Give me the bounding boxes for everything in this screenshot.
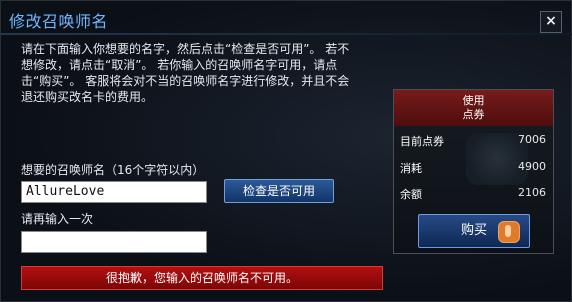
- cost-value: 4900: [518, 160, 546, 173]
- summoner-name-input[interactable]: AllureLove: [21, 181, 207, 203]
- instructions-line-2: 想修改，请点击“取消”。 若你输入的召唤师名字可用，请点: [21, 58, 338, 72]
- title-divider: [1, 33, 572, 35]
- hand-pointer-icon: [498, 221, 520, 243]
- reenter-name-input[interactable]: [21, 231, 207, 253]
- current-points-value: 7006: [518, 133, 546, 146]
- panel-header: 使用 点券: [394, 90, 553, 126]
- balance-row: 余额 2106: [400, 186, 546, 202]
- balance-value: 2106: [518, 186, 546, 199]
- instructions-line-3: 击“购买”。 客服将会对不当的召唤师名字进行修改，并且不会: [21, 74, 350, 88]
- payment-panel: 使用 点券 目前点券 7006 消耗 4900 余额 2106 购买: [393, 89, 554, 254]
- current-points-row: 目前点券 7006: [400, 133, 546, 149]
- reenter-label: 请再输入一次: [21, 212, 94, 226]
- buy-button[interactable]: 购买: [418, 214, 530, 248]
- instructions-text: 请在下面输入你想要的名字，然后点击“检查是否可用”。 若不 想修改，请点击“取消…: [21, 41, 369, 105]
- rename-summoner-dialog: 修改召唤师名 × 请在下面输入你想要的名字，然后点击“检查是否可用”。 若不 想…: [0, 0, 572, 302]
- panel-header-line-2: 点券: [462, 108, 485, 121]
- buy-button-label: 购买: [460, 223, 487, 238]
- cost-label: 消耗: [400, 162, 422, 175]
- current-points-label: 目前点券: [400, 135, 444, 148]
- cost-row: 消耗 4900: [400, 160, 546, 176]
- name-label: 想要的召唤师名（16个字符以内）: [21, 163, 205, 177]
- dialog-title: 修改召唤师名: [9, 12, 109, 31]
- balance-label: 余额: [400, 188, 422, 201]
- close-icon[interactable]: ×: [540, 11, 562, 33]
- check-availability-button[interactable]: 检查是否可用: [224, 179, 334, 203]
- error-message: 很抱歉，您输入的召唤师名不可用。: [21, 266, 383, 290]
- instructions-line-4: 退还购买改名卡的费用。: [21, 90, 154, 104]
- panel-header-line-1: 使用: [462, 94, 485, 107]
- instructions-line-1: 请在下面输入你想要的名字，然后点击“检查是否可用”。 若不: [21, 42, 350, 56]
